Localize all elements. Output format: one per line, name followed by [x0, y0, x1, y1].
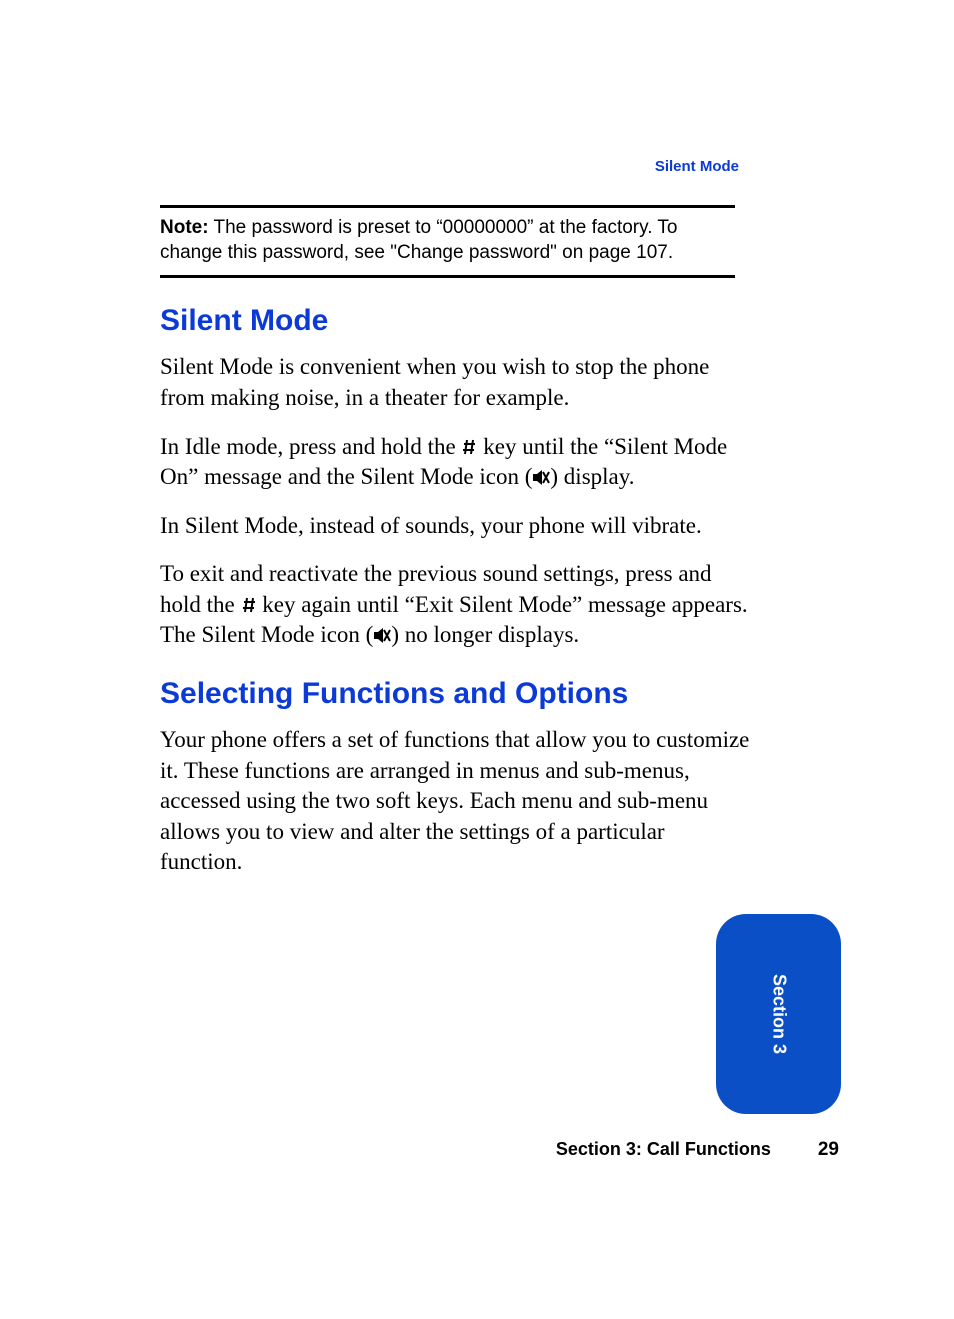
selecting-functions-paragraph-1: Your phone offers a set of functions tha…	[160, 725, 750, 878]
running-head: Silent Mode	[655, 158, 739, 175]
heading-selecting-functions: Selecting Functions and Options	[160, 677, 839, 711]
section-thumb-tab: Section 3	[716, 914, 841, 1114]
silent-mode-paragraph-2: In Idle mode, press and hold the key unt…	[160, 432, 750, 493]
text-fragment: ) no longer displays.	[391, 622, 579, 647]
page-container: Silent Mode Note: The password is preset…	[0, 0, 954, 1319]
silent-mode-paragraph-1: Silent Mode is convenient when you wish …	[160, 352, 750, 413]
hash-key-icon	[241, 591, 257, 607]
text-fragment: ) display.	[550, 464, 634, 489]
footer-section-label: Section 3: Call Functions	[556, 1139, 771, 1159]
page-footer: Section 3: Call Functions 29	[556, 1139, 839, 1161]
note-text: The password is preset to “00000000” at …	[160, 217, 678, 263]
silent-mode-icon	[373, 622, 391, 639]
text-fragment: In Idle mode, press and hold the	[160, 434, 461, 459]
silent-mode-icon	[532, 464, 550, 481]
section-thumb-tab-label: Section 3	[768, 974, 789, 1054]
footer-page-number: 29	[818, 1139, 839, 1161]
silent-mode-paragraph-4: To exit and reactivate the previous soun…	[160, 559, 750, 651]
heading-silent-mode: Silent Mode	[160, 304, 839, 338]
silent-mode-paragraph-3: In Silent Mode, instead of sounds, your …	[160, 511, 750, 542]
note-label: Note:	[160, 217, 209, 238]
hash-key-icon	[461, 433, 477, 449]
note-box: Note: The password is preset to “0000000…	[160, 205, 735, 278]
